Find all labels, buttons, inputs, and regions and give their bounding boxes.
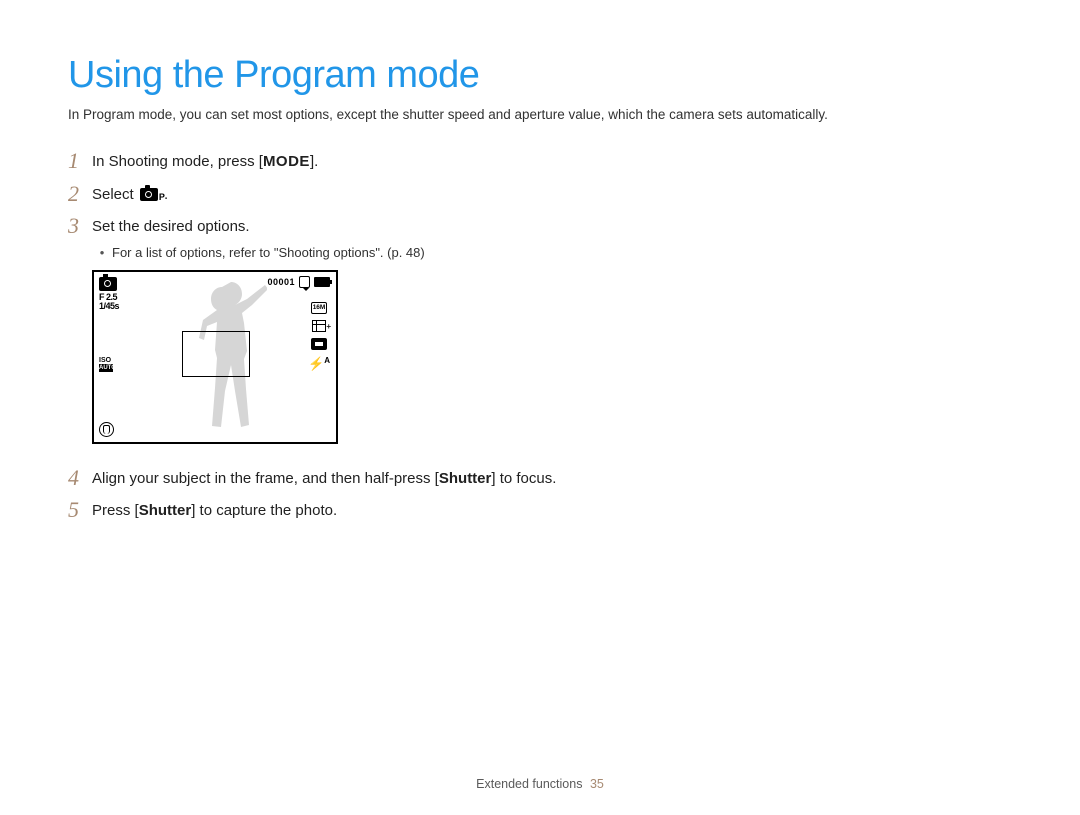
step-text: Set the desired options. bbox=[92, 214, 250, 239]
shot-counter: 00001 bbox=[267, 277, 295, 287]
stabilization-icon bbox=[99, 422, 114, 437]
step-number: 3 bbox=[68, 214, 92, 238]
step-number: 2 bbox=[68, 182, 92, 206]
iso-value: AUTO bbox=[99, 364, 113, 372]
memory-card-icon bbox=[299, 276, 310, 288]
footer-page-number: 35 bbox=[590, 777, 604, 791]
page-footer: Extended functions 35 bbox=[0, 777, 1080, 791]
mode-button-label: MODE bbox=[263, 153, 310, 170]
flash-auto-icon: ⚡A bbox=[308, 356, 330, 372]
step-3: 3 Set the desired options. bbox=[68, 214, 1020, 239]
footer-section: Extended functions bbox=[476, 777, 582, 791]
resolution-icon: 16M bbox=[311, 302, 327, 314]
step-text: Align your subject in the frame, and the… bbox=[92, 466, 556, 491]
step-4: 4 Align your subject in the frame, and t… bbox=[68, 466, 1020, 491]
intro-text: In Program mode, you can set most option… bbox=[68, 105, 1020, 125]
focus-frame bbox=[182, 331, 250, 377]
metering-icon bbox=[311, 338, 327, 350]
step-3-substep: • For a list of options, refer to "Shoot… bbox=[92, 245, 1020, 260]
step-number: 4 bbox=[68, 466, 92, 490]
shutter-label: Shutter bbox=[139, 502, 192, 519]
camera-screen-illustration: F 2.5 1/45s ISO AUTO 00001 16M + ⚡A bbox=[92, 270, 338, 444]
shutter-label: Shutter bbox=[439, 470, 492, 487]
step-number: 1 bbox=[68, 149, 92, 173]
step-1: 1 In Shooting mode, press [MODE]. bbox=[68, 149, 1020, 174]
iso-label: ISO bbox=[99, 357, 111, 364]
steps-list: 1 In Shooting mode, press [MODE]. 2 Sele… bbox=[68, 149, 1020, 523]
step-5: 5 Press [Shutter] to capture the photo. bbox=[68, 498, 1020, 523]
program-mode-icon bbox=[140, 188, 158, 201]
top-right-status: 00001 bbox=[267, 276, 330, 288]
step-text: Press [Shutter] to capture the photo. bbox=[92, 498, 337, 523]
shutter-speed-value: 1/45s bbox=[99, 301, 119, 311]
step-text: In Shooting mode, press [MODE]. bbox=[92, 149, 318, 174]
bullet-icon: • bbox=[92, 245, 112, 260]
right-icon-column: 16M + ⚡A bbox=[308, 302, 330, 372]
step-2: 2 Select . bbox=[68, 182, 1020, 207]
page-title: Using the Program mode bbox=[68, 54, 1020, 97]
step-number: 5 bbox=[68, 498, 92, 522]
step-text: Select . bbox=[92, 182, 168, 207]
battery-icon bbox=[314, 277, 330, 287]
quality-icon: + bbox=[312, 320, 326, 332]
document-page: Using the Program mode In Program mode, … bbox=[0, 0, 1080, 523]
